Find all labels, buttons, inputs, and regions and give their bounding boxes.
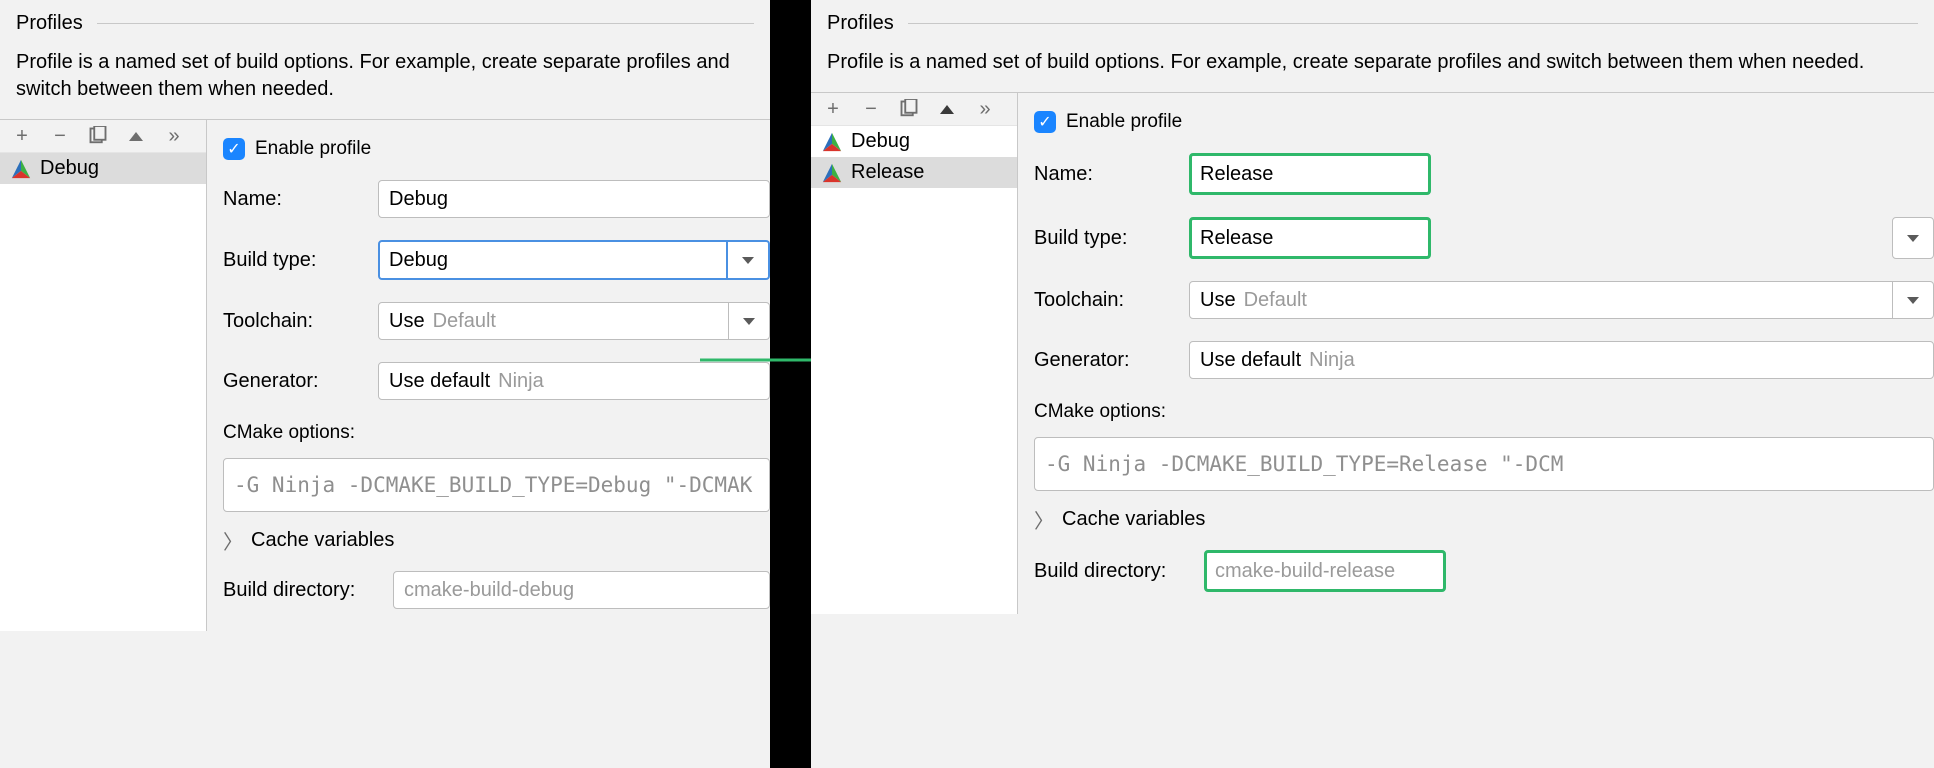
toolchain-label: Toolchain: xyxy=(1034,289,1189,312)
section-title: Profiles xyxy=(827,12,894,35)
enable-profile-checkbox[interactable]: ✓ Enable profile xyxy=(223,138,770,160)
build-type-label: Build type: xyxy=(223,249,378,272)
build-dir-label: Build directory: xyxy=(1034,560,1204,583)
profiles-body: + − » Debug Release xyxy=(811,92,1934,614)
up-arrow-icon xyxy=(940,105,954,114)
chevron-down-icon xyxy=(1907,297,1919,304)
cmake-options-label: CMake options: xyxy=(223,422,355,443)
enable-profile-label: Enable profile xyxy=(1066,111,1182,133)
profile-item-debug[interactable]: Debug xyxy=(811,126,1017,157)
profile-item-debug[interactable]: Debug xyxy=(0,153,206,184)
section-title: Profiles xyxy=(16,12,83,35)
section-header: Profiles xyxy=(0,0,770,35)
chevron-right-icon: 〉 xyxy=(1034,505,1054,534)
name-field[interactable]: Release xyxy=(1189,153,1431,195)
move-up-button[interactable] xyxy=(126,126,146,146)
toolchain-combobox[interactable]: UseDefault xyxy=(378,302,770,340)
remove-profile-button[interactable]: − xyxy=(861,99,881,119)
cmake-options-field[interactable]: -G Ninja -DCMAKE_BUILD_TYPE=Release "-DC… xyxy=(1034,437,1934,491)
more-actions-button[interactable]: » xyxy=(164,126,184,146)
build-type-combobox[interactable]: Debug xyxy=(378,240,770,280)
build-dir-label: Build directory: xyxy=(223,579,393,602)
build-type-dropdown-button[interactable] xyxy=(1892,217,1934,259)
add-profile-button[interactable]: + xyxy=(12,126,32,146)
cache-variables-disclosure[interactable]: 〉 Cache variables xyxy=(223,526,770,555)
chevron-down-icon xyxy=(742,257,754,264)
build-type-combobox[interactable]: Release xyxy=(1189,217,1934,259)
name-field[interactable]: Debug xyxy=(378,180,770,218)
toolchain-dropdown-button[interactable] xyxy=(1893,281,1934,319)
profiles-toolbar: + − » xyxy=(0,120,206,153)
profiles-list: Debug xyxy=(0,153,206,631)
build-directory-field[interactable]: cmake-build-debug xyxy=(393,571,770,609)
move-up-button[interactable] xyxy=(937,99,957,119)
chevron-down-icon xyxy=(1907,235,1919,242)
cmake-options-field[interactable]: -G Ninja -DCMAKE_BUILD_TYPE=Debug "-DCMA… xyxy=(223,458,770,512)
profiles-sidebar: + − » Debug xyxy=(0,120,207,631)
profile-item-label: Debug xyxy=(851,130,910,153)
profiles-list: Debug Release xyxy=(811,126,1017,614)
cache-variables-disclosure[interactable]: 〉 Cache variables xyxy=(1034,505,1934,534)
profile-settings-pane-after: Profiles Profile is a named set of build… xyxy=(811,0,1934,768)
enable-profile-label: Enable profile xyxy=(255,138,371,160)
generator-label: Generator: xyxy=(1034,349,1189,372)
profile-form: ✓ Enable profile Name: Debug Build type:… xyxy=(207,120,770,631)
copy-profile-button[interactable] xyxy=(899,99,919,119)
generator-field[interactable]: Use defaultNinja xyxy=(1189,341,1934,379)
generator-label: Generator: xyxy=(223,370,378,393)
remove-profile-button[interactable]: − xyxy=(50,126,70,146)
profiles-sidebar: + − » Debug Release xyxy=(811,93,1018,614)
divider xyxy=(908,23,1918,24)
cmake-icon xyxy=(821,162,843,184)
profile-item-label: Release xyxy=(851,161,924,184)
profile-item-label: Debug xyxy=(40,157,99,180)
name-label: Name: xyxy=(223,188,378,211)
chevron-right-icon: 〉 xyxy=(223,526,243,555)
profiles-toolbar: + − » xyxy=(811,93,1017,126)
profiles-body: + − » Debug xyxy=(0,119,770,631)
up-arrow-icon xyxy=(129,132,143,141)
section-header: Profiles xyxy=(811,0,1934,35)
profile-form: ✓ Enable profile Name: Release Build typ… xyxy=(1018,93,1934,614)
copy-icon xyxy=(88,126,108,146)
build-type-dropdown-button[interactable] xyxy=(728,240,770,280)
section-description: Profile is a named set of build options.… xyxy=(0,35,770,119)
cmake-icon xyxy=(10,158,32,180)
checkbox-checked-icon: ✓ xyxy=(1034,111,1056,133)
chevron-down-icon xyxy=(743,318,755,325)
name-label: Name: xyxy=(1034,163,1189,186)
cmake-icon xyxy=(821,131,843,153)
toolchain-combobox[interactable]: UseDefault xyxy=(1189,281,1934,319)
divider xyxy=(97,23,754,24)
build-type-label: Build type: xyxy=(1034,227,1189,250)
checkbox-checked-icon: ✓ xyxy=(223,138,245,160)
build-directory-field[interactable]: cmake-build-release xyxy=(1204,550,1446,592)
more-actions-button[interactable]: » xyxy=(975,99,995,119)
enable-profile-checkbox[interactable]: ✓ Enable profile xyxy=(1034,111,1934,133)
section-description: Profile is a named set of build options.… xyxy=(811,35,1934,92)
copy-icon xyxy=(899,99,919,119)
profile-item-release[interactable]: Release xyxy=(811,157,1017,188)
copy-profile-button[interactable] xyxy=(88,126,108,146)
toolchain-dropdown-button[interactable] xyxy=(729,302,770,340)
cmake-options-label: CMake options: xyxy=(1034,401,1166,422)
profile-settings-pane-before: Profiles Profile is a named set of build… xyxy=(0,0,770,768)
add-profile-button[interactable]: + xyxy=(823,99,843,119)
toolchain-label: Toolchain: xyxy=(223,310,378,333)
